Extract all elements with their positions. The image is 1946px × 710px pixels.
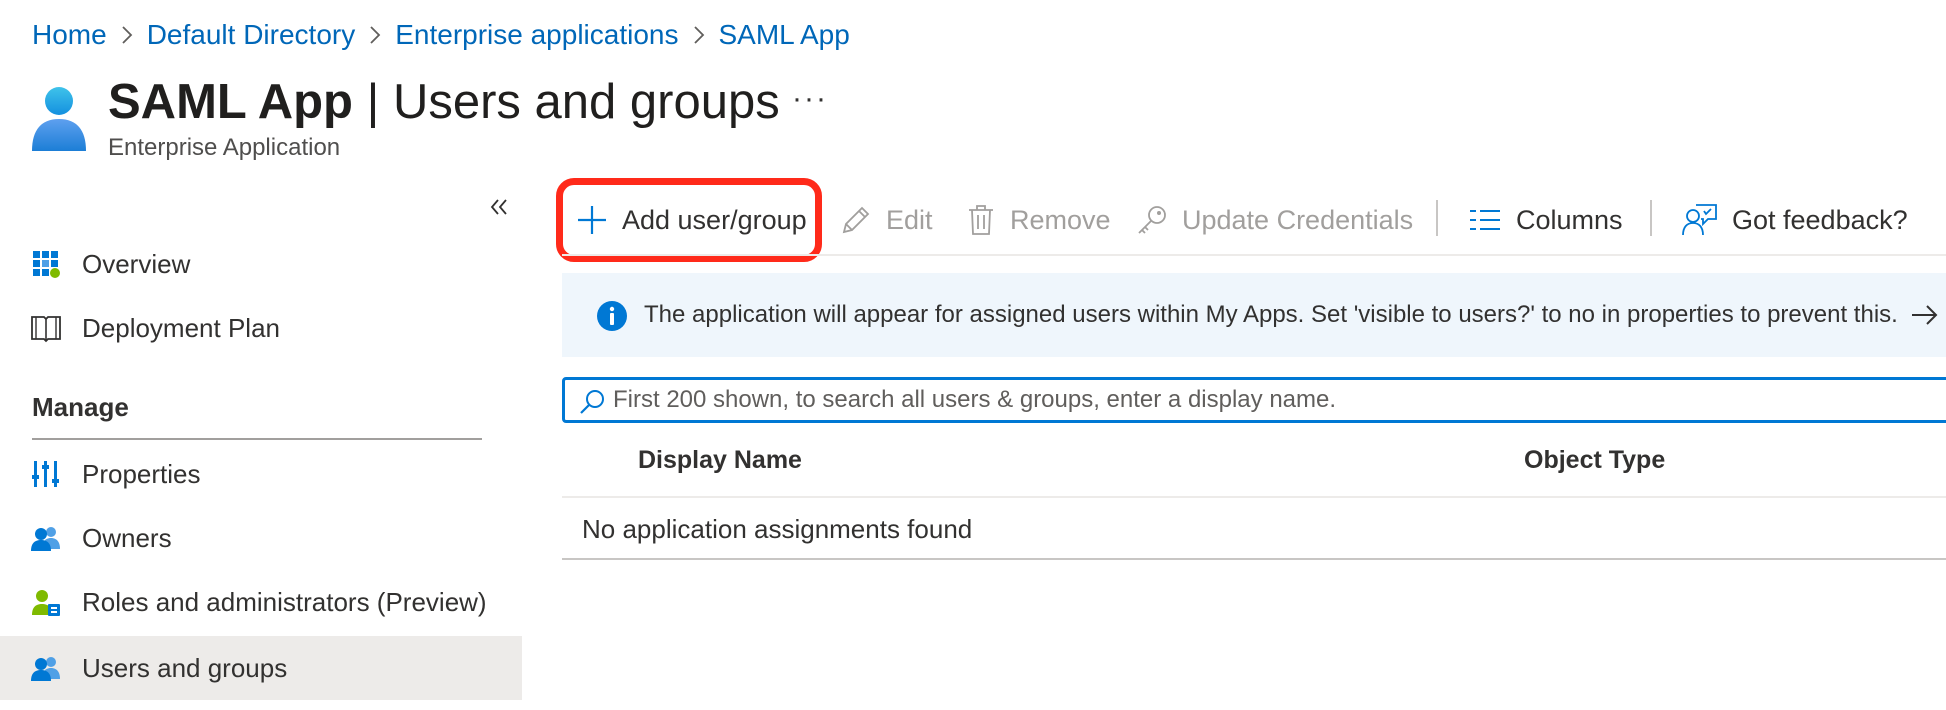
info-banner-text: The application will appear for assigned… (644, 301, 1898, 328)
sidebar-item-overview[interactable]: Overview (0, 232, 522, 296)
properties-icon (30, 458, 62, 490)
sidebar-item-roles-and-administrators[interactable]: Roles and administrators (Preview) (0, 570, 522, 634)
users-icon (30, 522, 62, 554)
role-user-icon (30, 586, 62, 618)
chevron-right-icon (355, 25, 395, 45)
columns-label: Columns (1516, 204, 1623, 235)
info-icon (597, 301, 627, 331)
search-input[interactable] (613, 380, 1913, 420)
column-header-object-type[interactable]: Object Type (1524, 446, 1665, 475)
breadcrumb-home[interactable]: Home (32, 19, 107, 51)
arrow-right-icon[interactable] (1910, 297, 1940, 333)
table-row-divider (562, 558, 1946, 560)
pencil-icon (842, 206, 870, 234)
feedback-button[interactable]: Got feedback? (1682, 178, 1908, 262)
feedback-label: Got feedback? (1732, 204, 1908, 235)
add-user-group-button[interactable]: Add user/group (576, 178, 807, 262)
table-header-divider (562, 496, 1946, 498)
edit-label: Edit (886, 204, 933, 235)
toolbar-separator (1436, 200, 1438, 236)
search-box (562, 377, 1946, 423)
users-icon (30, 652, 62, 684)
page-title-app-name: SAML App (108, 75, 353, 129)
page-subtitle: Enterprise Application (108, 134, 341, 161)
breadcrumb-saml-app[interactable]: SAML App (719, 19, 850, 51)
more-options-button[interactable]: ··· (792, 82, 828, 116)
empty-table-message: No application assignments found (582, 514, 973, 544)
search-icon (580, 390, 604, 414)
sidebar-item-label: Overview (82, 248, 191, 279)
sidebar-item-owners[interactable]: Owners (0, 506, 522, 570)
app-user-icon (30, 85, 88, 151)
columns-button[interactable]: Columns (1468, 178, 1623, 262)
page-title-separator: | (352, 75, 393, 129)
plus-icon (578, 206, 606, 234)
sidebar-section-heading: Manage (32, 392, 129, 422)
toolbar-separator (1650, 200, 1652, 236)
sidebar-item-label: Deployment Plan (82, 312, 280, 343)
double-chevron-left-icon (490, 199, 507, 215)
page-title: SAML App | Users and groups (108, 70, 780, 134)
collapse-sidebar-button[interactable] (484, 192, 514, 222)
info-banner: The application will appear for assigned… (562, 273, 1946, 357)
command-bar: Add user/group Edit Remove Update Creden… (560, 178, 1946, 262)
column-header-display-name[interactable]: Display Name (638, 446, 802, 475)
columns-icon (1470, 210, 1500, 230)
chevron-right-icon (107, 25, 147, 45)
breadcrumb-enterprise-applications[interactable]: Enterprise applications (395, 19, 678, 51)
feedback-icon (1682, 204, 1717, 236)
add-user-group-label: Add user/group (622, 204, 807, 235)
update-credentials-label: Update Credentials (1182, 204, 1414, 235)
page-title-section: Users and groups (392, 75, 780, 129)
update-credentials-button[interactable]: Update Credentials (1136, 178, 1413, 262)
sidebar-item-properties[interactable]: Properties (0, 442, 522, 506)
sidebar-item-label: Owners (82, 522, 172, 553)
sidebar-item-deployment-plan[interactable]: Deployment Plan (0, 296, 522, 360)
sidebar-divider (32, 438, 482, 440)
remove-button[interactable]: Remove (966, 178, 1111, 262)
sidebar-item-label: Users and groups (82, 652, 288, 683)
book-icon (30, 312, 62, 344)
edit-button[interactable]: Edit (840, 178, 933, 262)
sidebar-item-users-and-groups[interactable]: Users and groups (0, 636, 522, 700)
grid-icon (30, 248, 62, 280)
remove-label: Remove (1010, 204, 1111, 235)
chevron-right-icon (679, 25, 719, 45)
key-icon (1138, 206, 1166, 234)
trash-icon (969, 205, 993, 235)
sidebar-item-label: Properties (82, 458, 201, 489)
breadcrumb-default-directory[interactable]: Default Directory (147, 19, 356, 51)
sidebar-item-label: Roles and administrators (Preview) (82, 586, 487, 617)
breadcrumb: Home Default Directory Enterprise applic… (32, 16, 850, 54)
toolbar-divider (562, 254, 1946, 256)
